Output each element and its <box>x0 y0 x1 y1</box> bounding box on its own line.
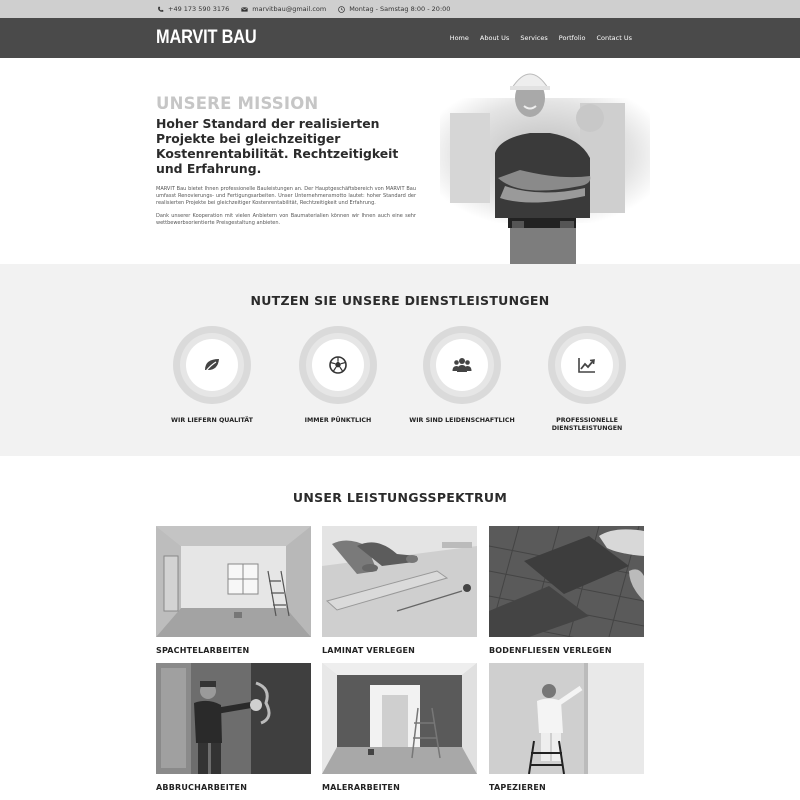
nav-about-us[interactable]: About Us <box>480 34 509 42</box>
demolition-image <box>156 663 311 774</box>
service-card-abbruch[interactable]: ABBRUCHARBEITEN <box>156 663 311 792</box>
feature-quality: WIR LIEFERN QUALITÄT <box>157 326 267 425</box>
painting-room-image <box>322 663 477 774</box>
service-card-spachtel[interactable]: SPACHTELARBEITEN <box>156 526 311 655</box>
main-navigation: MARVIT BAU Home About Us Services Portfo… <box>0 18 800 58</box>
soccer-ball-icon <box>329 356 347 374</box>
contact-bar: +49 173 590 3176 marvitbau@gmail.com Mon… <box>0 0 800 18</box>
service-photo <box>322 526 477 637</box>
opening-hours: Montag - Samstag 8:00 - 20:00 <box>338 5 450 13</box>
mission-paragraph-2: Dank unserer Kooperation mit vielen Anbi… <box>156 213 416 226</box>
mission-lead: Hoher Standard der realisierten Projekte… <box>156 116 399 176</box>
feature-ring-inner <box>561 339 613 391</box>
service-caption: BODENFLIESEN VERLEGEN <box>489 646 612 655</box>
worker-hero-image <box>440 73 650 264</box>
service-caption: MALERARBEITEN <box>322 783 400 792</box>
feature-ring <box>548 326 626 404</box>
floor-tiles-image <box>489 526 644 637</box>
nav-services[interactable]: Services <box>520 34 547 42</box>
mission-section: UNSERE MISSION Hoher Standard der realis… <box>0 58 800 264</box>
service-caption: SPACHTELARBEITEN <box>156 646 250 655</box>
phone-contact[interactable]: +49 173 590 3176 <box>157 5 229 13</box>
nav-home[interactable]: Home <box>450 34 469 42</box>
portfolio-section: UNSER LEISTUNGSSPEKTRUM SPACHTELARBEITEN <box>0 456 800 800</box>
service-photo <box>489 526 644 637</box>
services-section: NUTZEN SIE UNSERE DIENSTLEISTUNGEN WIR L… <box>0 264 800 456</box>
feature-ring <box>423 326 501 404</box>
chart-line-icon <box>578 358 595 373</box>
service-caption: ABBRUCHARBEITEN <box>156 783 248 792</box>
service-photo <box>322 663 477 774</box>
mission-title: UNSERE MISSION <box>156 94 319 113</box>
service-photo <box>489 663 644 774</box>
brand-logo[interactable]: MARVIT BAU <box>156 27 257 49</box>
service-photo <box>156 526 311 637</box>
feature-label: WIR SIND LEIDENSCHAFTLICH <box>409 417 515 424</box>
nav-menu: Home About Us Services Portfolio Contact… <box>450 34 632 42</box>
feature-ring <box>299 326 377 404</box>
wallpapering-image <box>489 663 644 774</box>
feature-professional: PROFESSIONELLE DIENSTLEISTUNGEN <box>532 326 642 433</box>
feature-ring <box>173 326 251 404</box>
feature-label: IMMER PÜNKTLICH <box>304 417 372 424</box>
phone-icon <box>158 6 164 12</box>
feature-passionate: WIR SIND LEIDENSCHAFTLICH <box>407 326 517 425</box>
feature-ring-inner <box>186 339 238 391</box>
feature-punctual: IMMER PÜNKTLICH <box>283 326 393 425</box>
service-caption: LAMINAT VERLEGEN <box>322 646 416 655</box>
service-card-maler[interactable]: MALERARBEITEN <box>322 663 477 792</box>
hours-text: Montag - Samstag 8:00 - 20:00 <box>349 5 451 13</box>
service-card-laminat[interactable]: LAMINAT VERLEGEN <box>322 526 477 655</box>
phone-number: +49 173 590 3176 <box>168 5 230 13</box>
leaf-icon <box>205 359 219 372</box>
service-photo <box>156 663 311 774</box>
laminate-floor-image <box>322 526 477 637</box>
mission-paragraph-1: MARVIT Bau bietet Ihnen professionelle B… <box>156 186 416 206</box>
email-address: marvitbau@gmail.com <box>252 5 327 13</box>
services-title: NUTZEN SIE UNSERE DIENSTLEISTUNGEN <box>250 293 550 308</box>
mission-text: UNSERE MISSION Hoher Standard der realis… <box>156 94 416 227</box>
feature-ring-inner <box>312 339 364 391</box>
feature-ring-inner <box>436 339 488 391</box>
service-card-fliesen[interactable]: BODENFLIESEN VERLEGEN <box>489 526 644 655</box>
service-card-tapezieren[interactable]: TAPEZIEREN <box>489 663 644 792</box>
clock-icon <box>338 5 345 13</box>
users-icon <box>452 358 472 372</box>
nav-portfolio[interactable]: Portfolio <box>559 34 586 42</box>
envelope-icon <box>241 6 249 12</box>
email-contact[interactable]: marvitbau@gmail.com <box>241 5 326 13</box>
feature-label: PROFESSIONELLE DIENSTLEISTUNGEN <box>551 417 623 432</box>
portfolio-title: UNSER LEISTUNGSSPEKTRUM <box>292 490 508 505</box>
service-caption: TAPEZIEREN <box>489 783 546 792</box>
nav-contact-us[interactable]: Contact Us <box>597 34 633 42</box>
room-renovation-image <box>156 526 311 637</box>
feature-label: WIR LIEFERN QUALITÄT <box>171 417 253 424</box>
